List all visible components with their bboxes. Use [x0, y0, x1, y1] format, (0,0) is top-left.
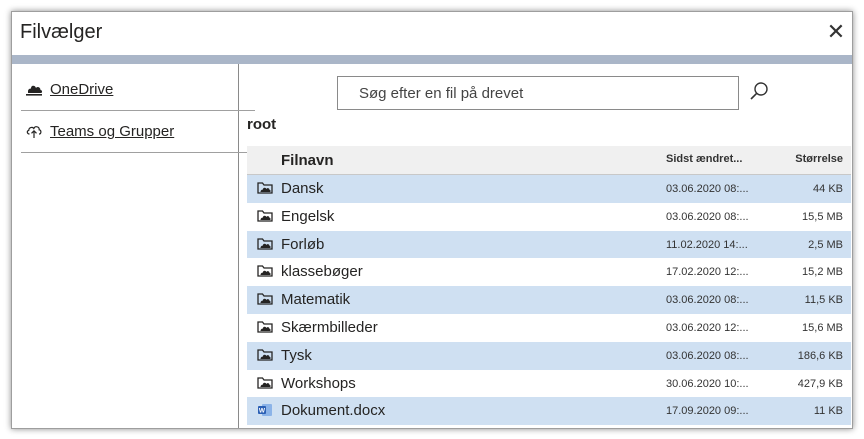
folder-cloud-icon	[257, 376, 273, 389]
table-row[interactable]: Forløb 11.02.2020 14:... 2,5 MB	[247, 230, 851, 259]
table-row[interactable]: Dansk 03.06.2020 08:... 44 KB	[247, 175, 851, 203]
file-modified: 17.02.2020 12:...	[666, 266, 749, 279]
file-name: Tysk	[281, 346, 312, 364]
column-header-name[interactable]: Filnavn	[281, 152, 334, 169]
file-size: 15,2 MB	[802, 266, 843, 279]
table-row[interactable]: Tysk 03.06.2020 08:... 186,6 KB	[247, 341, 851, 370]
cloud-icon	[26, 85, 43, 96]
sidebar-item-onedrive[interactable]: OneDrive	[21, 78, 255, 111]
file-modified: 30.06.2020 10:...	[666, 377, 749, 390]
table-row[interactable]: klassebøger 17.02.2020 12:... 15,2 MB	[247, 258, 851, 286]
sidebar: OneDrive Teams og Grupper	[12, 64, 255, 428]
file-modified: 11.02.2020 14:...	[666, 238, 748, 251]
folder-cloud-icon	[257, 349, 273, 361]
table-header: Filnavn Sidst ændret... Størrelse	[247, 146, 851, 175]
file-name: Skærmbilleder	[281, 318, 378, 336]
folder-cloud-icon	[257, 265, 273, 278]
svg-text:W: W	[259, 408, 266, 415]
file-name: klassebøger	[281, 263, 363, 281]
file-size: 11,5 KB	[804, 294, 843, 307]
folder-cloud-icon	[257, 293, 273, 305]
table-row[interactable]: Skærmbilleder 03.06.2020 12:... 15,6 MB	[247, 314, 851, 342]
sidebar-item-teams[interactable]: Teams og Grupper	[21, 120, 255, 153]
dialog-title: Filvælger	[20, 21, 103, 43]
search-box	[337, 76, 739, 110]
file-modified: 03.06.2020 08:...	[666, 183, 749, 195]
main-panel: root Filnavn Sidst ændret... Størrelse D…	[239, 64, 852, 428]
table-body: Dansk 03.06.2020 08:... 44 KB Engelsk 03.06.…	[247, 175, 851, 426]
file-modified: 03.06.2020 08:...	[666, 210, 749, 223]
column-header-size[interactable]: Størrelse	[795, 153, 843, 165]
file-size: 44 KB	[813, 183, 843, 195]
file-name: Forløb	[281, 235, 325, 253]
file-modified: 03.06.2020 08:...	[666, 294, 749, 307]
sidebar-item-label: OneDrive	[50, 81, 114, 98]
file-size: 11 KB	[813, 405, 843, 418]
word-document-icon: W	[258, 404, 272, 417]
file-modified: 03.06.2020 08:...	[666, 349, 749, 362]
folder-cloud-icon	[257, 237, 273, 250]
file-size: 15,6 MB	[802, 321, 843, 334]
file-name: Matematik	[281, 291, 351, 309]
file-size: 2,5 MB	[808, 238, 843, 251]
file-name: Dansk	[281, 180, 324, 197]
table-row[interactable]: Matematik 03.06.2020 08:... 11,5 KB	[247, 286, 851, 314]
close-icon[interactable]: ✕	[826, 21, 846, 43]
file-name: Workshops	[281, 374, 356, 392]
folder-cloud-icon	[257, 182, 273, 194]
file-modified: 17.09.2020 09:...	[666, 405, 749, 418]
search-input[interactable]	[357, 77, 731, 109]
file-name: Dokument.docx	[281, 402, 386, 420]
table-row[interactable]: Workshops 30.06.2020 10:... 427,9 KB	[247, 370, 851, 398]
file-picker-dialog: Filvælger ✕ OneDrive Teams og Grupper Sø…	[11, 11, 853, 429]
table-row[interactable]: W Dokument.docx 17.09.2020 09:... 11 KB	[247, 397, 851, 426]
sidebar-item-label: Teams og Grupper	[50, 123, 175, 140]
cloud-upload-icon	[26, 126, 42, 138]
table-row[interactable]: Engelsk 03.06.2020 08:... 15,5 MB	[247, 203, 851, 231]
file-size: 15,5 MB	[802, 210, 843, 223]
breadcrumb[interactable]: root	[247, 116, 276, 133]
file-table: Filnavn Sidst ændret... Størrelse Dansk 0…	[247, 146, 851, 426]
folder-cloud-icon	[257, 210, 273, 222]
file-modified: 03.06.2020 12:...	[666, 321, 749, 334]
file-name: Engelsk	[281, 207, 335, 225]
search-icon[interactable]	[747, 80, 771, 104]
accent-bar	[12, 55, 852, 64]
title-bar: Filvælger ✕	[12, 12, 852, 55]
column-header-modified[interactable]: Sidst ændret...	[666, 153, 742, 165]
file-size: 427,9 KB	[797, 377, 843, 390]
folder-cloud-icon	[257, 321, 273, 333]
file-size: 186,6 KB	[797, 349, 843, 362]
